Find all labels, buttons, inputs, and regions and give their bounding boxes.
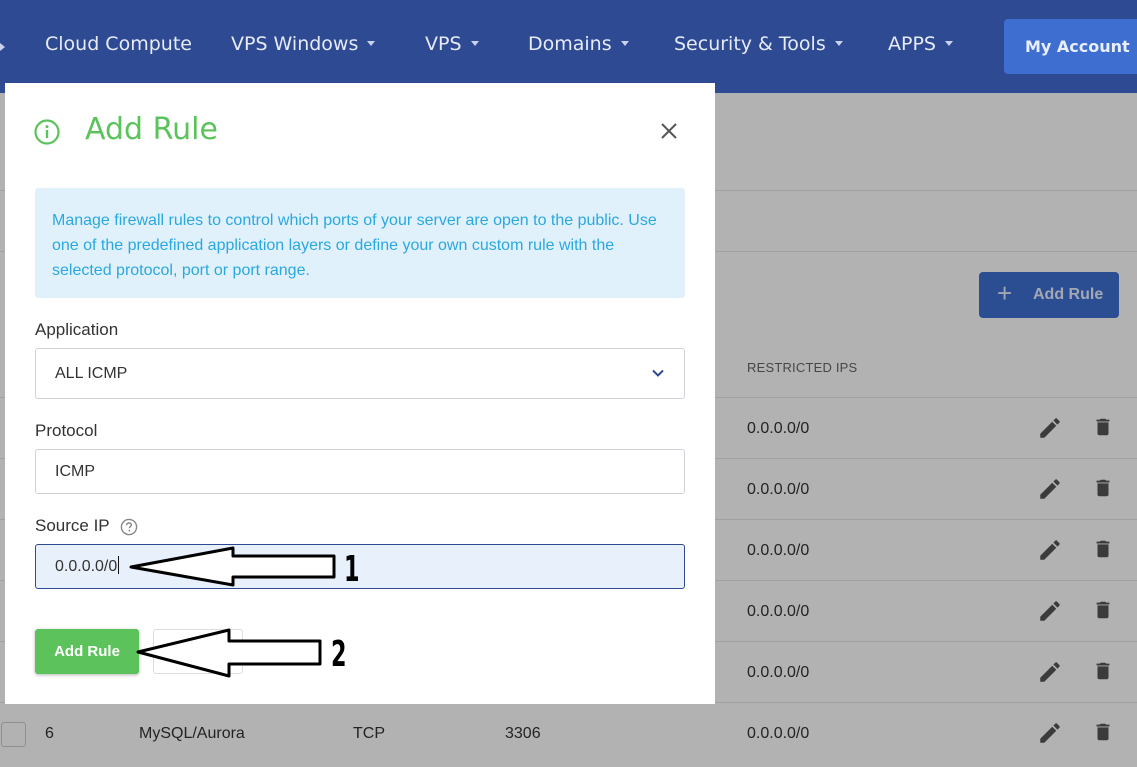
nav-item-label: VPS — [425, 33, 462, 55]
caret-down-icon — [367, 41, 376, 46]
nav-apps[interactable]: APPS — [888, 33, 953, 55]
caret-down-icon — [834, 41, 843, 46]
nav-item-label: APPS — [888, 33, 936, 55]
application-select-value: ALL ICMP — [55, 365, 128, 382]
nav-cloud-compute[interactable]: Cloud Compute — [45, 33, 192, 55]
protocol-field-value: ICMP — [55, 463, 95, 480]
source-ip-label: Source IP — [35, 516, 110, 535]
source-ip-input[interactable]: 0.0.0.0/0 — [35, 544, 685, 589]
caret-left-icon[interactable] — [0, 43, 5, 51]
help-circle-icon[interactable] — [120, 518, 138, 536]
cancel-button[interactable]: Cancel — [153, 629, 243, 674]
nav-vps-windows[interactable]: VPS Windows — [231, 33, 376, 55]
nav-item-label: Domains — [528, 33, 612, 55]
nav-vps[interactable]: VPS — [425, 33, 479, 55]
info-circle-icon — [34, 119, 60, 145]
add-rule-modal: Add Rule Manage firewall rules to contro… — [5, 83, 715, 704]
nav-item-label: Security & Tools — [674, 33, 826, 55]
protocol-field[interactable]: ICMP — [35, 449, 685, 494]
chevron-down-icon — [652, 369, 664, 377]
nav-item-label: Cloud Compute — [45, 33, 192, 55]
info-alert: Manage firewall rules to control which p… — [35, 188, 685, 298]
nav-domains[interactable]: Domains — [528, 33, 629, 55]
protocol-label: Protocol — [35, 421, 98, 440]
source-ip-input-value: 0.0.0.0/0 — [55, 558, 118, 575]
top-navbar: Cloud Compute VPS Windows VPS Domains Se… — [0, 0, 1137, 93]
my-account-button[interactable]: My Account — [1004, 19, 1137, 74]
nav-security-tools[interactable]: Security & Tools — [674, 33, 843, 55]
annotation-step-1: 1 — [344, 549, 360, 590]
caret-down-icon — [470, 41, 479, 46]
add-rule-submit-button[interactable]: Add Rule — [35, 629, 139, 674]
nav-item-label: VPS Windows — [231, 33, 359, 55]
caret-down-icon — [620, 41, 629, 46]
application-select[interactable]: ALL ICMP — [35, 348, 685, 399]
caret-down-icon — [944, 41, 953, 46]
annotation-step-2: 2 — [331, 634, 347, 675]
application-label: Application — [35, 320, 119, 339]
close-icon[interactable] — [659, 121, 679, 141]
text-cursor — [118, 556, 120, 574]
modal-title: Add Rule — [85, 112, 218, 147]
